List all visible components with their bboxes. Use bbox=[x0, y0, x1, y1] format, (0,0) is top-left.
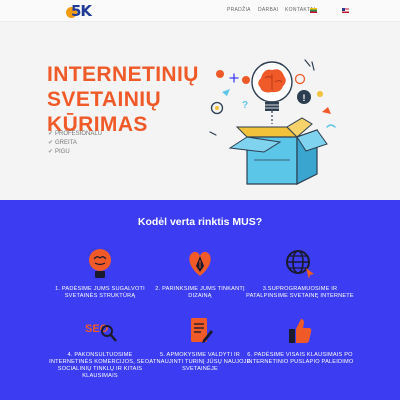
feature-text: 2. PARINKSIME JUMS TINKANTĮ DIZAINĄ bbox=[155, 286, 245, 299]
feature-text: 6. PADĖSIME VISAIS KLAUSIMAIS PO INTERNE… bbox=[246, 352, 354, 365]
svg-text:!: ! bbox=[303, 93, 306, 103]
hero-title-line: SVETAINIŲ bbox=[47, 88, 162, 111]
hero-benefits-list: ✔ PROFESIONALU ✔ GREITA ✔ PIGU bbox=[48, 130, 102, 157]
feature-card: 2. PARINKSIME JUMS TINKANTĮ DIZAINĄ bbox=[145, 248, 255, 300]
feature-card: 3.SUPROGRAMUOSIME IR PATALPINSIME SVETAI… bbox=[245, 248, 355, 300]
nav-link-home[interactable]: PRADŽIA bbox=[227, 7, 251, 13]
hero-title-line: INTERNETINIŲ bbox=[47, 63, 199, 86]
feature-text: 4. PAKONSULTUOSIME INTERNETINĖS KOMERCIJ… bbox=[49, 352, 151, 379]
top-navigation-bar: 5K PRADŽIA DARBAI KONTAKTAI bbox=[0, 0, 400, 22]
heart-pen-icon bbox=[189, 251, 211, 276]
check-icon: ✔ bbox=[48, 131, 54, 137]
feature-text: 5. APMOKYSIME VALDYTI IR ATNAUJINTI TURI… bbox=[149, 352, 251, 372]
globe-icon bbox=[286, 250, 314, 279]
doodle-dot bbox=[216, 70, 224, 78]
brain-lightbulb-icon bbox=[89, 249, 111, 278]
benefit-item: ✔ PIGU bbox=[48, 148, 102, 157]
doodle-dot bbox=[317, 91, 323, 97]
features-section: Kodėl verta rinktis MUS? 1. PADĖSIME JUM… bbox=[0, 200, 400, 400]
feature-text: 3.SUPROGRAMUOSIME IR PATALPINSIME SVETAI… bbox=[246, 286, 354, 299]
feature-card: 5. APMOKYSIME VALDYTI IR ATNAUJINTI TURI… bbox=[145, 316, 255, 373]
hero-section: INTERNETINIŲ SVETAINIŲ KŪRIMAS ✔ PROFESIO… bbox=[0, 22, 400, 200]
seo-magnifier-icon: SEO bbox=[85, 323, 117, 342]
feature-card: SEO 4. PAKONSULTUOSIME INTERNETINĖS KOME… bbox=[45, 316, 155, 380]
benefit-label: PROFESIONALU bbox=[55, 131, 103, 137]
document-edit-icon bbox=[191, 318, 213, 343]
doodle-ring bbox=[294, 73, 306, 85]
doodle-plus bbox=[229, 73, 239, 83]
benefit-item: ✔ GREITA bbox=[48, 139, 102, 148]
doodle-line bbox=[209, 131, 217, 136]
feature-card: 1. PADĖSIME JUMS SUGALVOTI SVETAINĖS STR… bbox=[45, 248, 155, 300]
thumbs-up-icon bbox=[289, 319, 312, 343]
benefit-item: ✔ PROFESIONALU bbox=[48, 130, 102, 139]
check-icon: ✔ bbox=[48, 140, 54, 146]
doodle-triangle bbox=[322, 107, 331, 114]
open-box-ideas-illustration: ! ? bbox=[209, 59, 336, 185]
benefit-label: PIGU bbox=[55, 149, 70, 155]
main-nav: PRADŽIA DARBAI KONTAKTAI bbox=[0, 7, 400, 17]
svg-text:SEO: SEO bbox=[85, 323, 109, 335]
hero-title: INTERNETINIŲ SVETAINIŲ KŪRIMAS bbox=[47, 62, 227, 137]
brain-lightbulb-illustration bbox=[251, 61, 293, 124]
feature-text: 1. PADĖSIME JUMS SUGALVOTI SVETAINĖS STR… bbox=[55, 286, 145, 299]
open-box bbox=[228, 117, 328, 185]
features-section-title: Kodėl verta rinktis MUS? bbox=[137, 216, 263, 228]
language-lt-flag-icon[interactable] bbox=[310, 8, 317, 13]
benefit-label: GREITA bbox=[55, 140, 77, 146]
feature-card: 6. PADĖSIME VISAIS KLAUSIMAIS PO INTERNE… bbox=[245, 316, 355, 366]
doodle-triangle bbox=[222, 89, 230, 96]
doodle-lines bbox=[304, 59, 315, 71]
svg-text:?: ? bbox=[242, 100, 248, 111]
doodle-dot bbox=[215, 106, 219, 110]
nav-link-works[interactable]: DARBAI bbox=[258, 7, 278, 13]
doodle-dot bbox=[242, 76, 250, 84]
language-en-flag-icon[interactable] bbox=[342, 8, 349, 13]
doodle-arc bbox=[326, 124, 336, 128]
check-icon: ✔ bbox=[48, 149, 54, 155]
